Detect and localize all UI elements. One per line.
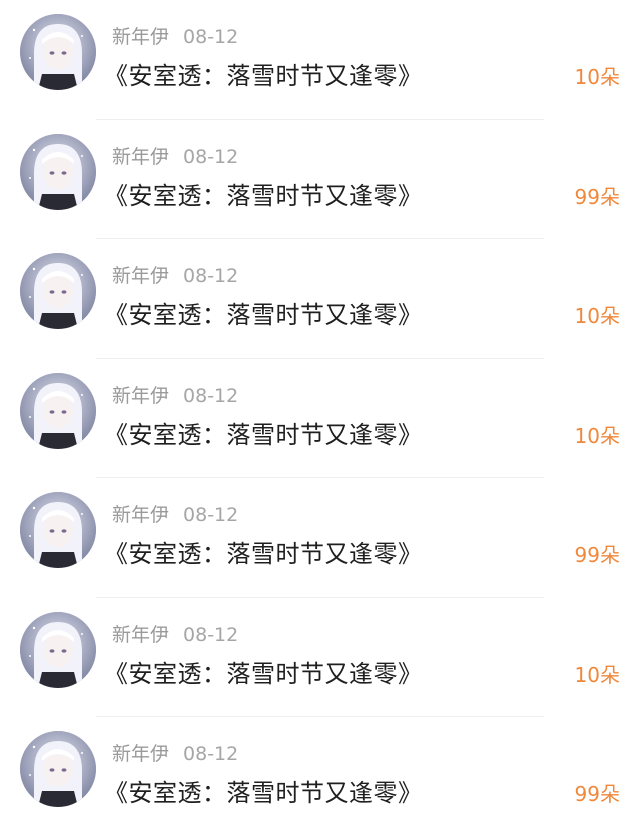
gift-record-list: 新年伊 08-12 《安室透：落雪时节又逢零》 10朵 新年伊 08-12 《安… — [0, 0, 640, 818]
flower-count: 10朵 — [574, 423, 620, 448]
date: 08-12 — [183, 384, 239, 407]
avatar-image — [20, 14, 96, 90]
username: 新年伊 — [112, 504, 170, 526]
book-title: 《安室透：落雪时节又逢零》 — [104, 779, 423, 807]
list-item[interactable]: 新年伊 08-12 《安室透：落雪时节又逢零》 10朵 — [0, 598, 640, 717]
username: 新年伊 — [112, 265, 170, 287]
avatar[interactable] — [20, 14, 96, 90]
avatar-image — [20, 731, 96, 807]
flower-count: 10朵 — [574, 662, 620, 687]
date: 08-12 — [183, 26, 239, 48]
date: 08-12 — [183, 623, 239, 646]
list-item[interactable]: 新年伊 08-12 《安室透：落雪时节又逢零》 99朵 — [0, 478, 640, 598]
book-title: 《安室透：落雪时节又逢零》 — [104, 420, 423, 449]
flower-count: 10朵 — [574, 65, 620, 89]
item-meta: 新年伊 08-12 — [112, 383, 238, 409]
username: 新年伊 — [112, 26, 170, 48]
flower-count: 99朵 — [574, 543, 620, 567]
item-meta: 新年伊 08-12 — [112, 741, 238, 767]
list-item[interactable]: 新年伊 08-12 《安室透：落雪时节又逢零》 10朵 — [0, 239, 640, 359]
list-item[interactable]: 新年伊 08-12 《安室透：落雪时节又逢零》 99朵 — [0, 120, 640, 239]
list-item[interactable]: 新年伊 08-12 《安室透：落雪时节又逢零》 10朵 — [0, 0, 640, 120]
avatar[interactable] — [20, 372, 96, 449]
item-meta: 新年伊 08-12 — [112, 263, 238, 289]
avatar-image — [20, 372, 96, 449]
book-title: 《安室透：落雪时节又逢零》 — [104, 62, 423, 90]
flower-count: 99朵 — [574, 782, 620, 806]
avatar-image — [20, 133, 96, 210]
username: 新年伊 — [112, 384, 170, 407]
avatar[interactable] — [20, 133, 96, 210]
username: 新年伊 — [112, 623, 170, 646]
flower-count: 99朵 — [574, 184, 620, 209]
item-meta: 新年伊 08-12 — [112, 502, 238, 528]
list-item[interactable]: 新年伊 08-12 《安室透：落雪时节又逢零》 10朵 — [0, 359, 640, 478]
book-title: 《安室透：落雪时节又逢零》 — [104, 181, 423, 210]
book-title: 《安室透：落雪时节又逢零》 — [104, 659, 423, 688]
flower-count: 10朵 — [574, 304, 620, 328]
book-title: 《安室透：落雪时节又逢零》 — [104, 301, 423, 329]
avatar[interactable] — [20, 492, 96, 568]
item-meta: 新年伊 08-12 — [112, 24, 238, 50]
item-meta: 新年伊 08-12 — [112, 622, 238, 648]
book-title: 《安室透：落雪时节又逢零》 — [104, 540, 423, 568]
date: 08-12 — [183, 504, 239, 526]
avatar-image — [20, 492, 96, 568]
avatar-image — [20, 253, 96, 329]
avatar[interactable] — [20, 611, 96, 688]
username: 新年伊 — [112, 743, 170, 765]
avatar[interactable] — [20, 253, 96, 329]
date: 08-12 — [183, 265, 239, 287]
list-item[interactable]: 新年伊 08-12 《安室透：落雪时节又逢零》 99朵 — [0, 717, 640, 837]
avatar-image — [20, 611, 96, 688]
username: 新年伊 — [112, 145, 170, 168]
avatar[interactable] — [20, 731, 96, 807]
item-meta: 新年伊 08-12 — [112, 144, 238, 170]
date: 08-12 — [183, 743, 239, 765]
date: 08-12 — [183, 145, 239, 168]
